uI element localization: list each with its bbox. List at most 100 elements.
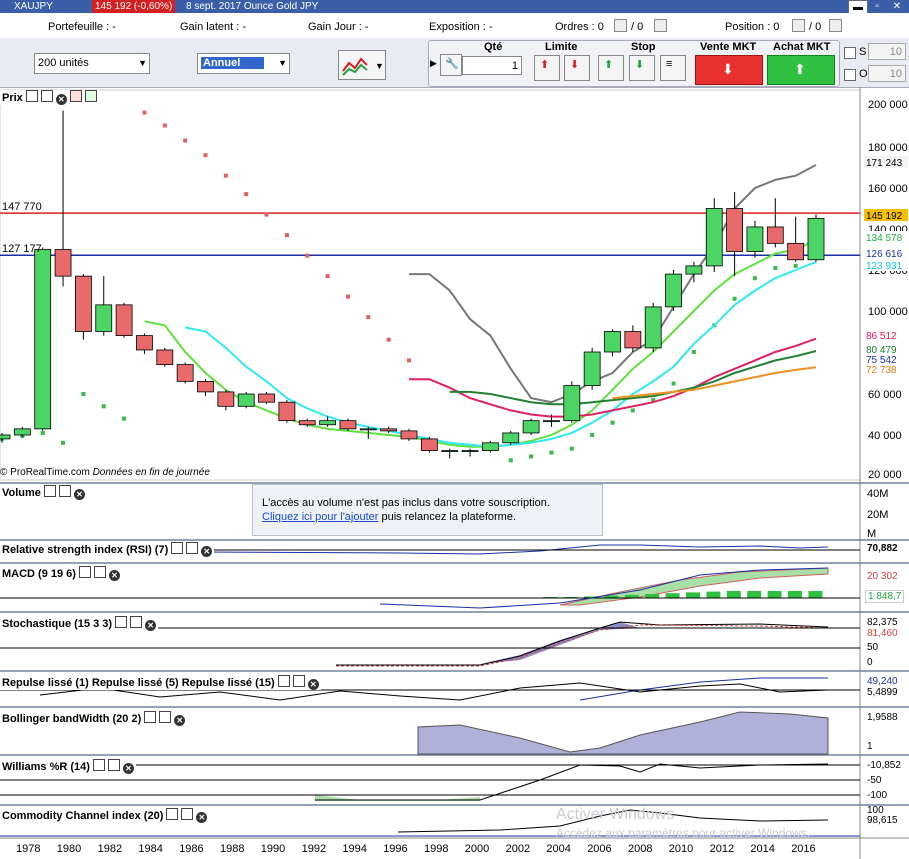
candle-2010[interactable] — [665, 273, 682, 308]
candle-1989[interactable] — [237, 393, 255, 407]
candle-2007[interactable] — [604, 331, 621, 353]
limit-buy-button[interactable]: ⬆ — [534, 55, 560, 81]
candle-1978[interactable] — [13, 428, 31, 436]
window-icon[interactable] — [58, 485, 71, 497]
window-icon[interactable] — [186, 542, 199, 554]
close-icon[interactable]: ✕ — [174, 715, 186, 726]
wrench-icon[interactable] — [171, 542, 184, 554]
candle-2009[interactable] — [644, 306, 662, 349]
stop-sell-button[interactable]: ⬇ — [629, 55, 655, 81]
restore-icon[interactable]: ▫ — [868, 0, 886, 13]
period-select[interactable]: Annuel ▼ — [197, 53, 290, 74]
window-icon[interactable] — [40, 90, 53, 102]
s-input[interactable]: 10 — [868, 43, 906, 60]
close-icon[interactable]: ✕ — [201, 546, 213, 557]
candle-2005[interactable] — [563, 385, 581, 422]
candle-2012[interactable] — [705, 208, 723, 267]
candle-2006[interactable] — [583, 351, 601, 386]
candle-1997[interactable] — [400, 430, 418, 440]
candle-1992[interactable] — [298, 420, 316, 426]
candle-1990[interactable] — [258, 393, 275, 403]
vente-mkt-button[interactable]: ⬇ — [695, 55, 763, 85]
limit-sell-button[interactable]: ⬇ — [564, 55, 590, 81]
candle-2015[interactable] — [766, 226, 784, 244]
candle-1998[interactable] — [420, 438, 438, 451]
red-line-label: 147 770 — [2, 201, 42, 213]
candle-2014[interactable] — [746, 226, 764, 252]
time-axis-tick: 2016 — [791, 843, 815, 855]
candle-1986[interactable] — [176, 364, 194, 382]
achat-mkt-button[interactable]: ⬆ — [767, 55, 835, 85]
candle-2001[interactable] — [481, 442, 499, 451]
ordres-detail-icon[interactable] — [654, 19, 667, 32]
position-detail-icon[interactable] — [829, 19, 842, 32]
sar-dot — [223, 173, 228, 178]
close-icon[interactable]: ✕ — [307, 679, 319, 690]
play-icon[interactable]: ▶ — [430, 58, 437, 69]
close-icon[interactable]: ✕ — [196, 812, 208, 823]
o-checkbox[interactable] — [844, 69, 856, 81]
candle-1987[interactable] — [197, 380, 214, 393]
wrench-icon[interactable] — [115, 616, 128, 628]
candle-2000[interactable] — [461, 450, 479, 453]
candle-1995[interactable] — [359, 428, 377, 431]
wrench-icon[interactable] — [25, 90, 38, 102]
window-icon[interactable] — [292, 675, 305, 687]
wrench-icon[interactable] — [144, 711, 157, 723]
quantity-select[interactable]: 200 unités ▼ — [34, 53, 150, 74]
candle-1977[interactable] — [0, 434, 11, 440]
window-icon[interactable] — [130, 616, 143, 628]
wrench-icon[interactable] — [92, 759, 105, 771]
wrench-icon[interactable] — [78, 566, 91, 578]
window-icon[interactable] — [181, 808, 194, 820]
candle-1996[interactable] — [380, 428, 398, 432]
candle-2003[interactable] — [522, 420, 540, 434]
position-icon[interactable] — [792, 19, 805, 32]
wrench-icon[interactable] — [166, 808, 179, 820]
settings-wrench-button[interactable]: 🔧 — [440, 54, 462, 76]
candle-2017[interactable] — [807, 217, 825, 261]
window-icon[interactable] — [107, 759, 120, 771]
candle-1985[interactable] — [156, 349, 174, 366]
stop-buy-button[interactable]: ⬆ — [598, 55, 624, 81]
s-checkbox[interactable] — [844, 47, 856, 59]
candle-1999[interactable] — [441, 450, 459, 453]
close-icon[interactable]: ✕ — [55, 94, 67, 105]
candle-2008[interactable] — [624, 331, 642, 349]
ordres-icon[interactable] — [614, 19, 627, 32]
candle-1983[interactable] — [115, 304, 133, 337]
candle-1988[interactable] — [217, 391, 235, 407]
arrow-up-icon[interactable] — [84, 90, 97, 102]
add-subscription-link[interactable]: Cliquez ici pour l'ajouter — [262, 511, 378, 523]
close-icon[interactable]: ✕ — [73, 489, 85, 500]
close-icon[interactable]: ✕ — [122, 763, 134, 774]
wrench-icon[interactable] — [43, 485, 56, 497]
candle-2002[interactable] — [502, 432, 520, 444]
sar-dot — [610, 420, 615, 425]
close-icon[interactable]: ✕ — [108, 570, 120, 581]
arrow-down-icon[interactable] — [69, 90, 82, 102]
sar-dot — [590, 433, 595, 437]
candle-2011[interactable] — [685, 265, 703, 275]
qte-input[interactable]: 1 — [462, 56, 522, 75]
chart-style-button[interactable]: ▼ — [338, 50, 386, 80]
candle-2016[interactable] — [787, 242, 805, 261]
qte-label: Qté — [484, 41, 503, 53]
close-icon[interactable]: ✕ — [888, 0, 906, 13]
window-icon[interactable] — [93, 566, 106, 578]
stop-trailing-button[interactable]: ≡ — [660, 55, 686, 81]
candle-1979[interactable] — [34, 249, 52, 430]
wrench-icon[interactable] — [277, 675, 290, 687]
candle-1984[interactable] — [136, 335, 153, 351]
candle-1994[interactable] — [339, 420, 357, 430]
candle-1982[interactable] — [95, 304, 113, 332]
candle-1980[interactable] — [54, 249, 72, 277]
close-icon[interactable]: ✕ — [145, 620, 157, 631]
window-icon[interactable] — [159, 711, 172, 723]
candle-2013[interactable] — [726, 208, 743, 252]
candle-2004[interactable] — [543, 420, 560, 423]
candle-1991[interactable] — [278, 401, 296, 422]
candle-1993[interactable] — [319, 420, 337, 426]
candle-1981[interactable] — [75, 275, 92, 332]
o-input[interactable]: 10 — [868, 65, 906, 82]
